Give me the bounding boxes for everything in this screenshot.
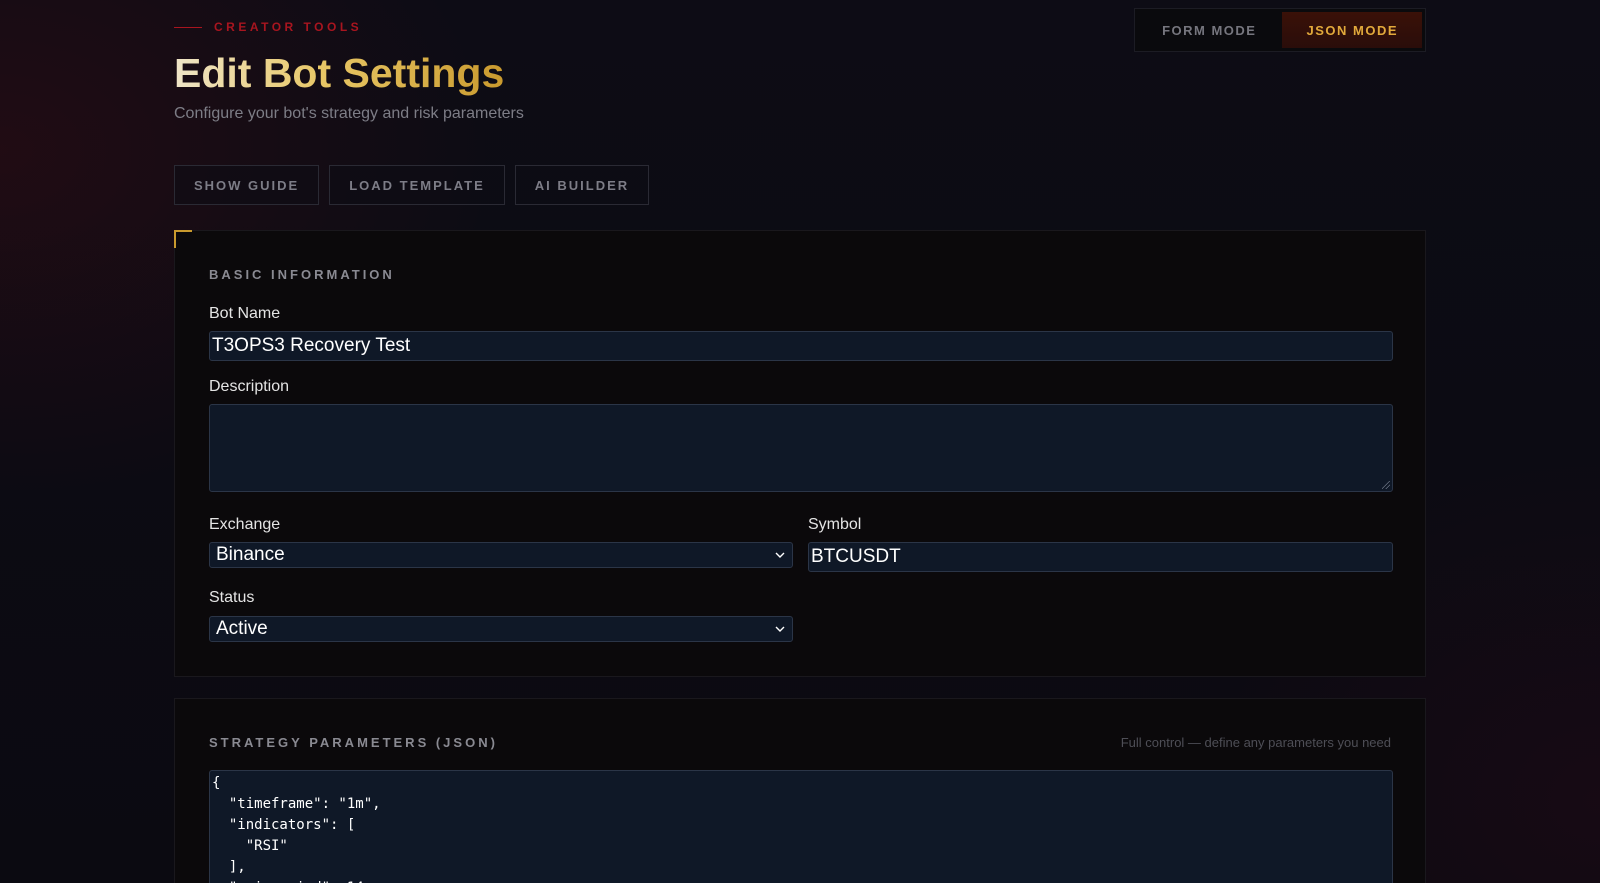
bot-name-input[interactable]: T3OPS3 Recovery Test	[209, 331, 1393, 361]
corner-accent	[174, 230, 192, 248]
page-subtitle: Configure your bot's strategy and risk p…	[174, 105, 524, 122]
eyebrow-line	[174, 26, 202, 28]
status-label: Status	[209, 589, 255, 606]
symbol-label: Symbol	[808, 516, 862, 533]
json-mode-button[interactable]: JSON MODE	[1282, 12, 1422, 48]
strategy-hint: Full control — define any parameters you…	[1120, 735, 1391, 750]
form-mode-button[interactable]: FORM MODE	[1138, 12, 1280, 48]
chevron-down-icon	[775, 552, 785, 558]
status-value: Active	[216, 618, 268, 639]
section-title-strategy: STRATEGY PARAMETERS (JSON)	[209, 735, 498, 750]
symbol-input[interactable]: BTCUSDT	[808, 542, 1393, 572]
strategy-json-editor[interactable]: { "timeframe": "1m", "indicators": [ "RS…	[209, 770, 1393, 883]
eyebrow-text: CREATOR TOOLS	[214, 20, 363, 34]
bot-name-label: Bot Name	[209, 305, 281, 322]
description-label: Description	[209, 378, 290, 395]
mode-toggle: FORM MODE JSON MODE	[1134, 8, 1426, 52]
ai-builder-button[interactable]: AI BUILDER	[514, 165, 650, 205]
resize-grip-icon[interactable]	[1382, 481, 1390, 489]
section-title-basic: BASIC INFORMATION	[209, 267, 395, 282]
eyebrow: CREATOR TOOLS	[174, 20, 362, 34]
page-title: Edit Bot Settings	[174, 50, 505, 96]
chevron-down-icon	[775, 626, 785, 632]
exchange-value: Binance	[216, 544, 285, 565]
exchange-label: Exchange	[209, 516, 281, 533]
exchange-select[interactable]: Binance	[209, 542, 793, 568]
show-guide-button[interactable]: SHOW GUIDE	[174, 165, 320, 205]
basic-information-card: BASIC INFORMATION Bot Name T3OPS3 Recove…	[174, 230, 1426, 677]
action-bar: SHOW GUIDE LOAD TEMPLATE AI BUILDER	[174, 165, 650, 205]
description-textarea[interactable]	[209, 404, 1393, 492]
status-select[interactable]: Active	[209, 616, 793, 642]
strategy-parameters-card: STRATEGY PARAMETERS (JSON) Full control …	[174, 698, 1426, 883]
load-template-button[interactable]: LOAD TEMPLATE	[329, 165, 505, 205]
